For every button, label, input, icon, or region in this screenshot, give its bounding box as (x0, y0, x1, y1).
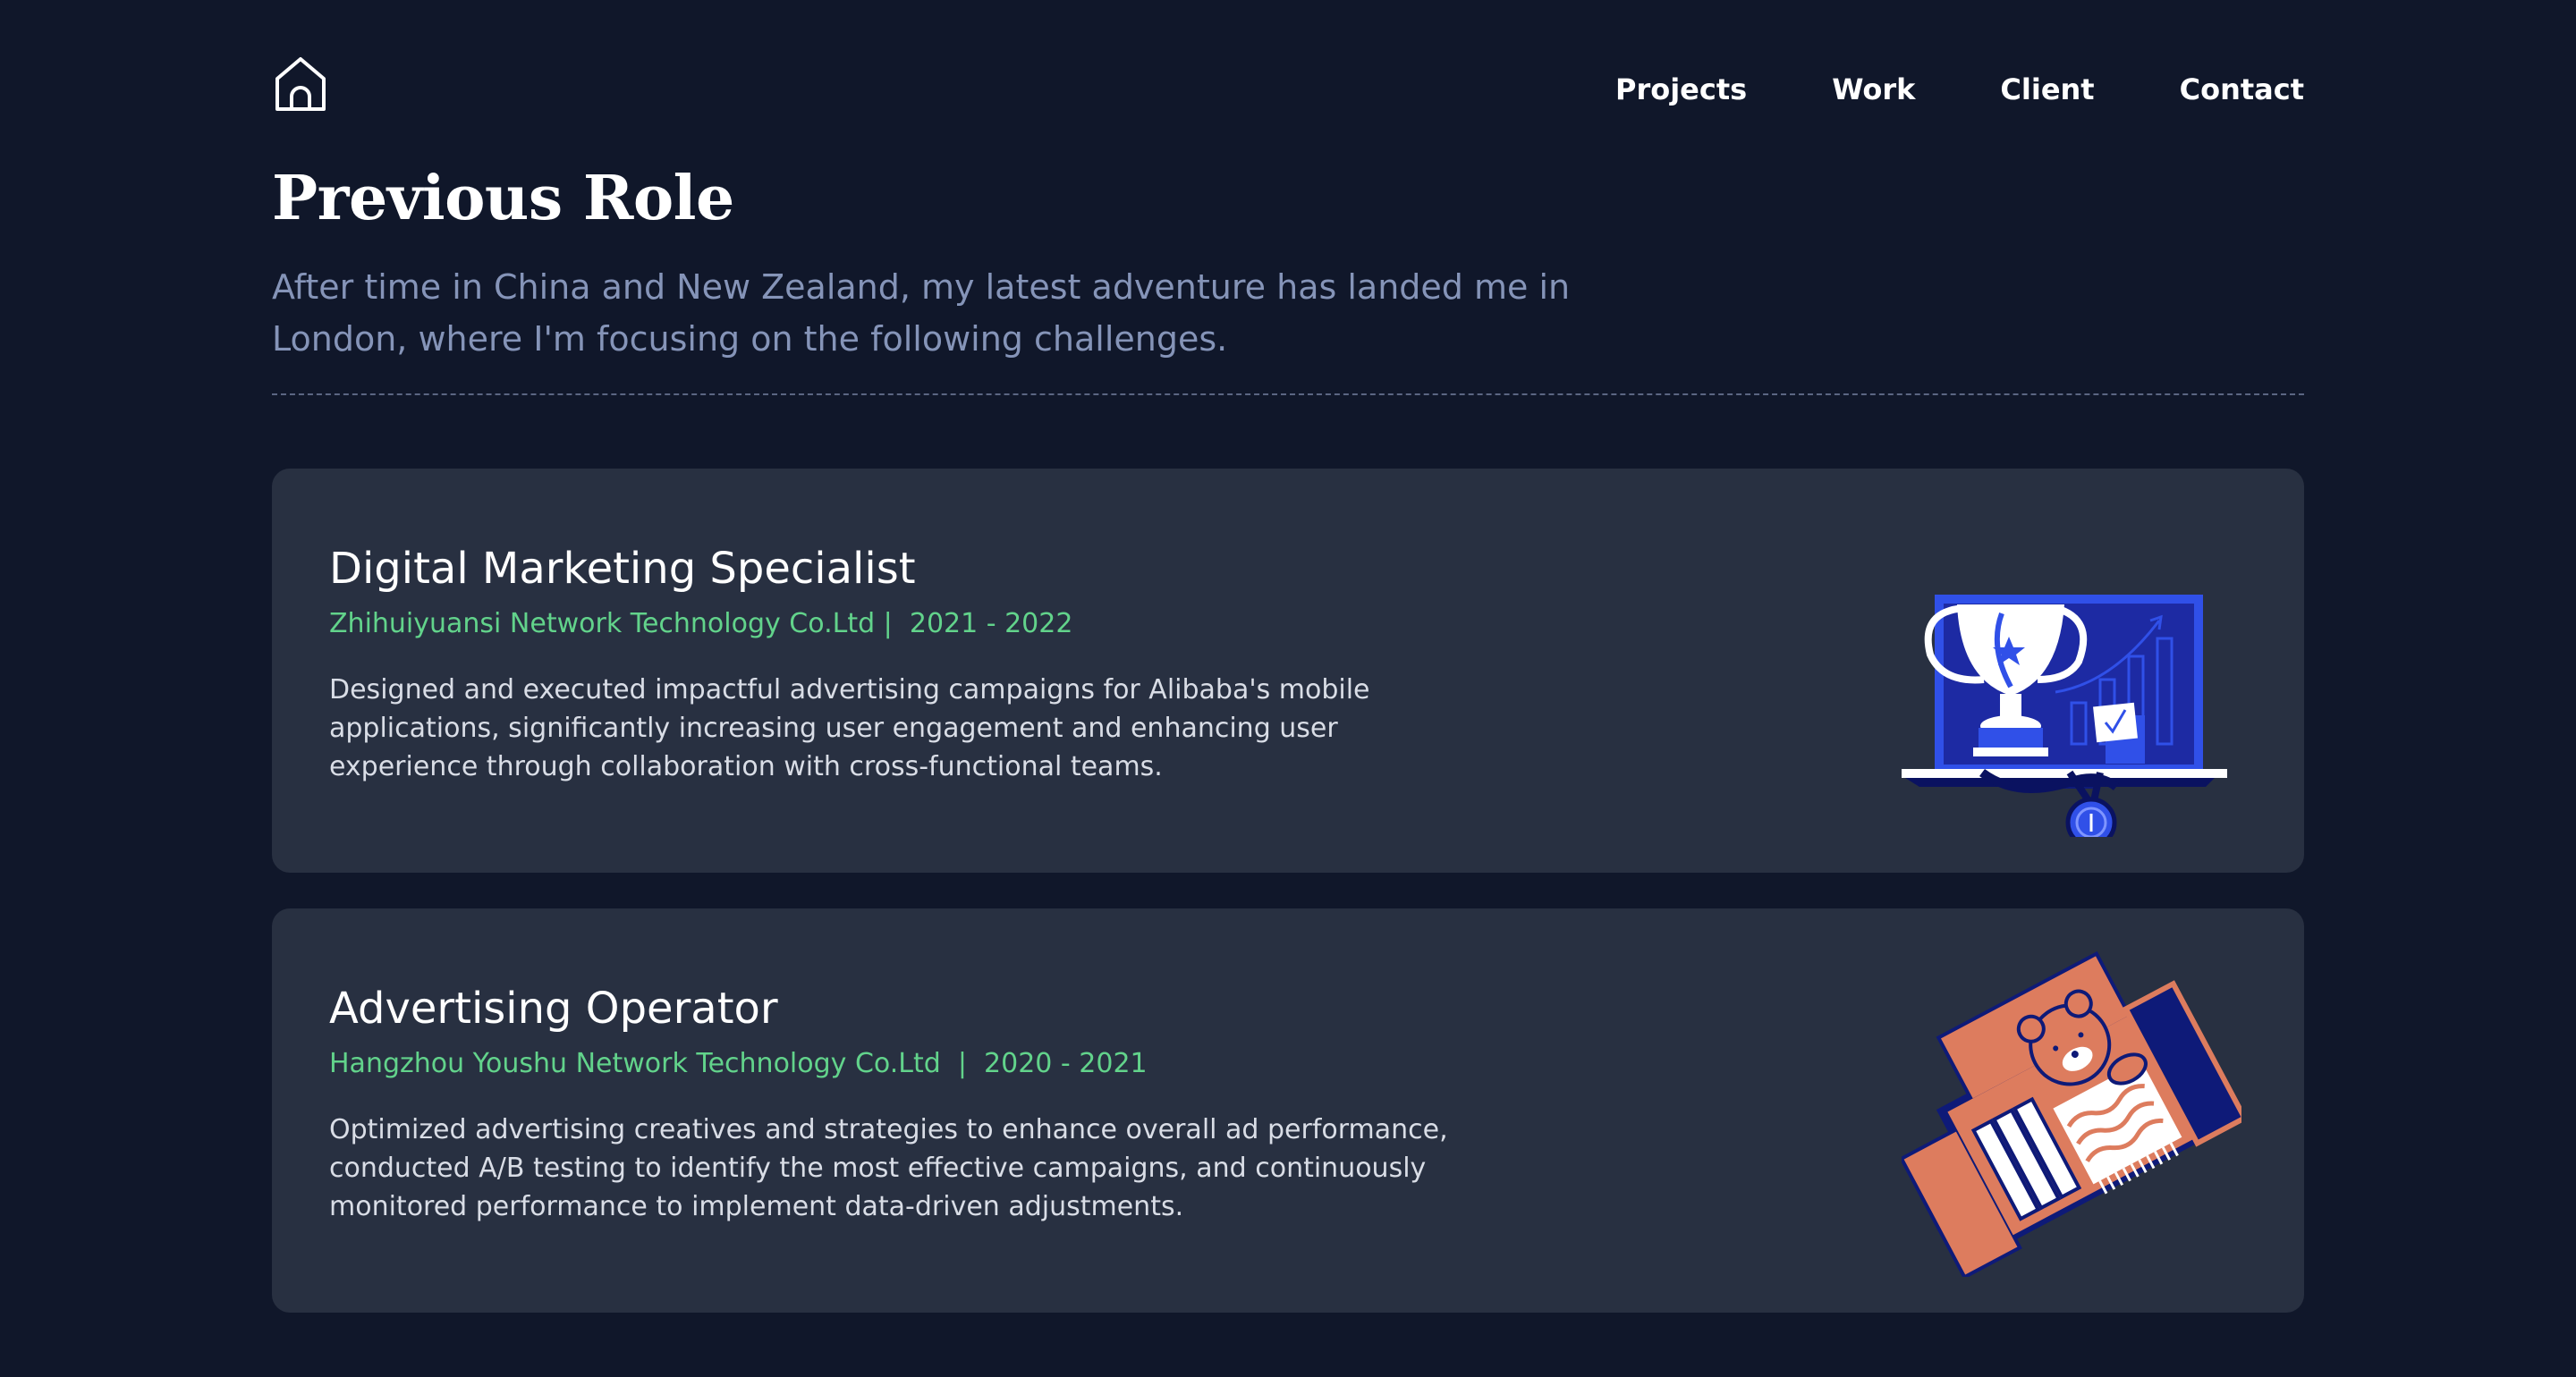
page-subtitle: After time in China and New Zealand, my … (272, 267, 1571, 359)
bear-box-illustration (1902, 944, 2241, 1277)
role-title: Digital Marketing Specialist (329, 544, 916, 594)
nav-client-link[interactable]: Client (2000, 72, 2094, 107)
role-description: Designed and executed impactful advertis… (329, 674, 1370, 782)
section-divider (272, 393, 2304, 395)
home-link[interactable] (272, 55, 329, 113)
site-header: Projects Work Client Contact (272, 55, 2304, 120)
role-card: Advertising Operator Hangzhou Youshu Net… (272, 908, 2304, 1313)
page: Projects Work Client Contact Previous Ro… (0, 0, 2576, 1377)
page-title: Previous Role (272, 163, 734, 234)
home-icon (275, 57, 326, 111)
role-title: Advertising Operator (329, 984, 778, 1034)
trophy-illustration (1902, 504, 2241, 837)
role-company-dates: Hangzhou Youshu Network Technology Co.Lt… (329, 1048, 1148, 1079)
nav-contact-link[interactable]: Contact (2180, 72, 2304, 107)
role-company-dates: Zhihuiyuansi Network Technology Co.Ltd |… (329, 608, 1073, 639)
role-description: Optimized advertising creatives and stra… (329, 1114, 1448, 1222)
role-card: Digital Marketing Specialist Zhihuiyuans… (272, 469, 2304, 873)
nav-work-link[interactable]: Work (1832, 72, 1915, 107)
nav-projects-link[interactable]: Projects (1615, 72, 1747, 107)
main-nav: Projects Work Client Contact (1615, 72, 2304, 107)
